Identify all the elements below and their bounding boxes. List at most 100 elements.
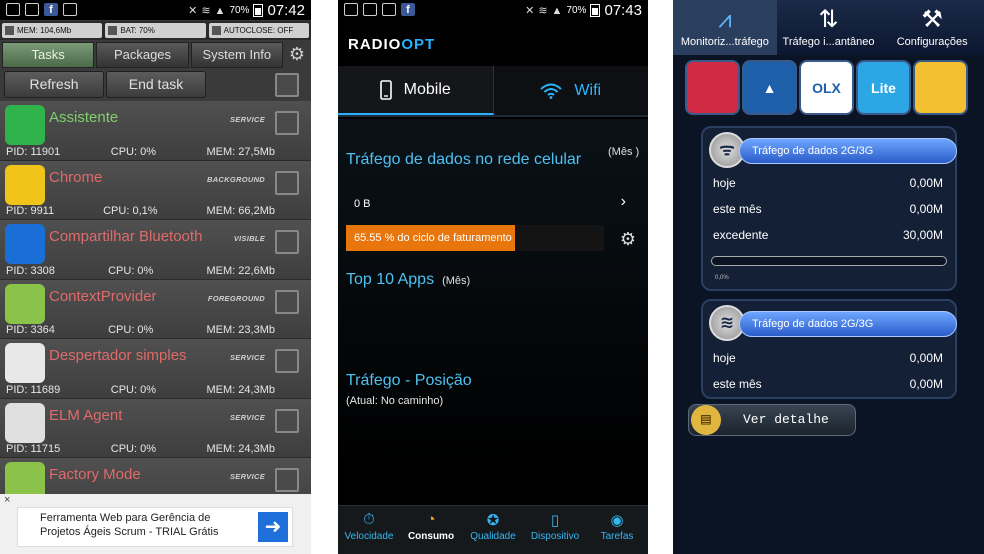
- facebook-icon: f: [401, 3, 415, 16]
- process-checkbox[interactable]: [275, 170, 299, 195]
- clock: 07:43: [604, 2, 642, 19]
- process-row[interactable]: Assistente SERVICE PID: 11901 CPU: 0% MEM: 2…: [0, 101, 311, 161]
- pie-chart-icon: ◔: [426, 511, 436, 528]
- process-cpu: CPU: 0,1%: [103, 205, 158, 217]
- usage-progress-bar: [711, 256, 947, 266]
- notification-icon: [6, 3, 20, 16]
- process-cpu: CPU: 0%: [110, 383, 156, 396]
- select-all-checkbox[interactable]: [275, 73, 299, 97]
- process-stats: PID: 9911 CPU: 0,1% MEM: 66,2Mb: [6, 205, 275, 217]
- process-pid: PID: 3364: [6, 324, 55, 336]
- process-name: Factory Mode: [49, 466, 141, 483]
- ad-text: Ferramenta Web para Gerência de Projetos…: [40, 512, 219, 538]
- chevron-right-icon[interactable]: ›: [621, 193, 626, 211]
- nav-label: Tarefas: [600, 531, 634, 542]
- top-apps-title: Top 10 Apps (Mês): [346, 271, 471, 288]
- position-title: Tráfego - Posição: [346, 372, 472, 389]
- arrow-right-icon[interactable]: ➜: [258, 512, 288, 542]
- candy-crush-icon[interactable]: [685, 60, 740, 115]
- process-checkbox[interactable]: [275, 230, 299, 254]
- card-title-pill[interactable]: Tráfego de dados 2G/3G: [739, 311, 957, 337]
- process-cpu: CPU: 0%: [110, 443, 156, 455]
- traffic-row-month: este mês 0,00M: [713, 202, 943, 216]
- facebook-icon: f: [44, 3, 58, 16]
- gears-icon[interactable]: ⚙: [620, 229, 636, 250]
- battery-percent: 70%: [229, 5, 250, 16]
- clock: 07:42: [267, 2, 305, 19]
- app-icon-row: ▲ OLX Lite: [685, 60, 975, 118]
- battery-icon: [590, 4, 601, 17]
- nav-item-consumo[interactable]: ◔ Consumo: [400, 506, 462, 554]
- nav-label: Velocidade: [344, 531, 394, 542]
- process-name: Despertador simples: [49, 347, 187, 364]
- tab-mobile[interactable]: Mobile: [338, 66, 494, 115]
- process-mem: MEM: 27,5Mb: [206, 145, 275, 158]
- autoclose-chip[interactable]: AUTOCLOSE: OFF: [208, 23, 309, 38]
- process-checkbox[interactable]: [275, 468, 299, 492]
- process-row[interactable]: ContextProvider FOREGROUND PID: 3364 CPU: 0…: [0, 279, 311, 339]
- period-label: (Mês ): [608, 146, 640, 158]
- game-app-icon[interactable]: [913, 60, 968, 115]
- ad-box[interactable]: Ferramenta Web para Gerência de Projetos…: [17, 507, 293, 547]
- wifi-icon: ≋: [538, 5, 548, 17]
- process-name: Assistente: [49, 109, 119, 126]
- memory-icon: [5, 26, 14, 35]
- traffic-row-month: este mês 0,00M: [713, 377, 943, 391]
- tab-system-info[interactable]: System Info: [190, 42, 283, 68]
- stopwatch-icon: ⏱: [363, 511, 375, 528]
- nav-item-qualidade[interactable]: ✪ Qualidade: [462, 506, 524, 554]
- bottom-nav: ⏱ Velocidade ◔ Consumo ✪ Qualidade ▯ Dispositiv…: [338, 505, 648, 554]
- process-name: ContextProvider: [49, 287, 157, 305]
- tab-packages[interactable]: Packages: [96, 42, 189, 68]
- updown-arrows-icon: ⇅: [818, 6, 839, 33]
- process-cpu: CPU: 0%: [110, 145, 156, 158]
- gear-icon[interactable]: ⚙: [285, 42, 309, 68]
- process-state: SERVICE: [229, 353, 265, 362]
- process-cpu: CPU: 0%: [108, 264, 154, 277]
- tab-settings[interactable]: ⚒ Configurações: [880, 0, 984, 55]
- nav-item-velocidade[interactable]: ⏱ Velocidade: [338, 506, 400, 554]
- process-row[interactable]: Chrome BACKGROUND PID: 9911 CPU: 0,1% MEM: 6…: [0, 160, 311, 220]
- process-checkbox[interactable]: [275, 408, 299, 433]
- tab-wifi[interactable]: Wifi: [494, 66, 649, 115]
- alarm-clock-icon: [5, 343, 45, 383]
- signal-icon: ▲: [214, 4, 226, 17]
- nav-label: Dispositivo: [530, 531, 580, 542]
- process-checkbox[interactable]: [275, 289, 299, 314]
- view-detail-button[interactable]: ▤ Ver detalhe: [688, 404, 856, 436]
- badge-icon: ✪: [486, 512, 500, 529]
- tasks-icon: ◉: [610, 512, 624, 529]
- ad-banner[interactable]: × Ferramenta Web para Gerência de Projet…: [0, 494, 311, 554]
- process-row[interactable]: ELM Agent SERVICE PID: 11715 CPU: 0% MEM: 24…: [0, 398, 311, 458]
- arrow-app-icon[interactable]: ▲: [742, 60, 797, 115]
- nav-item-dispositivo[interactable]: ▯ Dispositivo: [524, 506, 586, 554]
- process-checkbox[interactable]: [275, 349, 299, 373]
- tab-tasks[interactable]: Tasks: [2, 42, 95, 68]
- traffic-row-today: hoje 0,00M: [713, 176, 943, 190]
- process-mem: MEM: 66,2Mb: [206, 205, 275, 217]
- end-task-button[interactable]: End task: [106, 71, 206, 98]
- lite-app-icon[interactable]: Lite: [856, 60, 911, 115]
- olx-icon[interactable]: OLX: [799, 60, 854, 115]
- tab-instant[interactable]: ⇅ Tráfego i...antâneo: [777, 0, 881, 55]
- chrome-icon: [5, 164, 45, 205]
- process-row[interactable]: Compartilhar Bluetooth VISIBLE PID: 3308 CP…: [0, 220, 311, 280]
- usage-value: 0 B: [354, 198, 371, 210]
- process-row[interactable]: Despertador simples SERVICE PID: 11689 CPU:…: [0, 339, 311, 399]
- tab-label: Configurações: [896, 36, 968, 48]
- refresh-button[interactable]: Refresh: [4, 71, 104, 98]
- consumption-panel: Tráfego de dados no rede celular (Mês ) …: [338, 119, 648, 505]
- calendar-icon: [382, 3, 396, 16]
- tab-monitor[interactable]: ⩘ Monitoriz...tráfego: [673, 0, 777, 55]
- card-title-pill[interactable]: Tráfego de dados 2G/3G: [739, 138, 957, 164]
- close-icon[interactable]: ×: [4, 494, 10, 506]
- nav-item-tarefas[interactable]: ◉ Tarefas: [586, 506, 648, 554]
- tab-mobile-label: Mobile: [403, 80, 451, 98]
- process-state: BACKGROUND: [207, 174, 265, 184]
- autoclose-label: AUTOCLOSE: OFF: [223, 26, 294, 35]
- battery-chip: BAT: 70%: [105, 23, 206, 38]
- process-pid: PID: 11689: [6, 383, 61, 396]
- process-checkbox[interactable]: [275, 111, 299, 135]
- network-tabs: Mobile Wifi: [338, 66, 648, 117]
- app-header: RADIOOPT: [338, 20, 648, 66]
